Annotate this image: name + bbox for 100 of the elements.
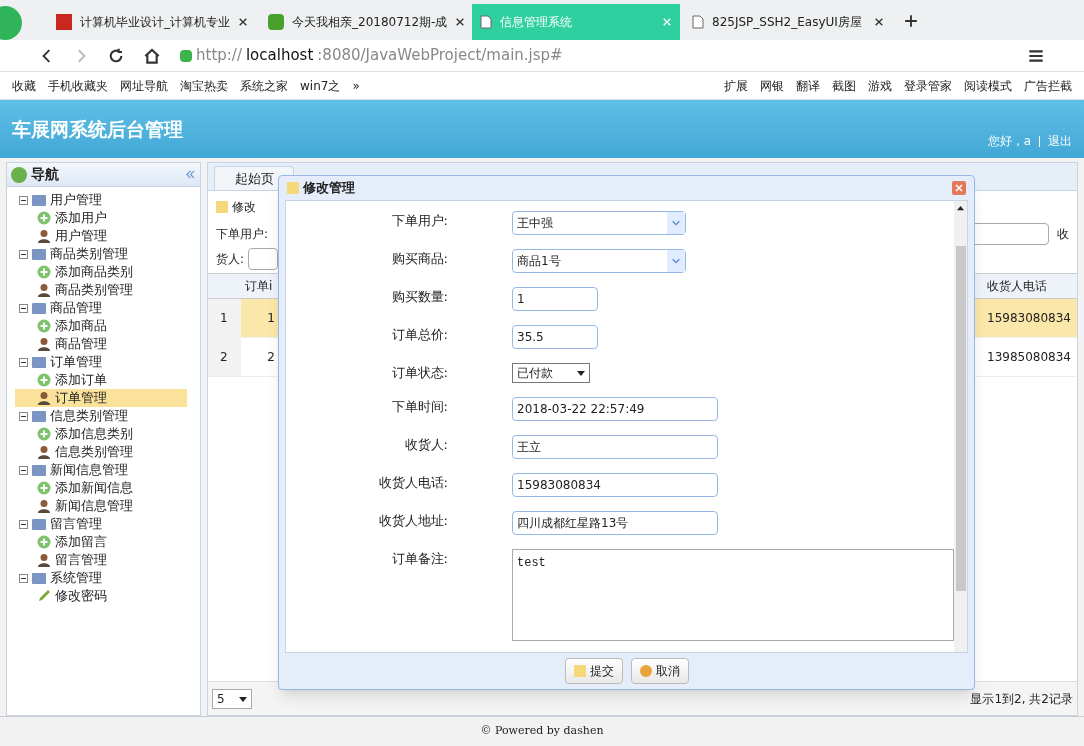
plus-icon: [37, 265, 51, 279]
remark-textarea[interactable]: test: [512, 549, 954, 641]
dropdown-icon: [671, 218, 681, 228]
monitor-icon: [32, 518, 46, 530]
toolbar-button[interactable]: 阅读模式: [964, 76, 1012, 95]
app-title: 车展网系统后台管理: [12, 116, 183, 142]
tree-item[interactable]: 添加商品类别: [15, 263, 187, 281]
plus-icon: [37, 481, 51, 495]
tab-title: 825JSP_SSH2_EasyUI房屋: [712, 14, 863, 31]
tree-item[interactable]: 添加用户: [15, 209, 187, 227]
collapse-icon[interactable]: [19, 465, 28, 475]
tree-item[interactable]: 用户管理: [15, 227, 187, 245]
page-size-select[interactable]: 5: [212, 688, 252, 709]
bookmark-link[interactable]: 淘宝热卖: [180, 76, 228, 95]
collapse-icon[interactable]: [19, 573, 28, 583]
collapse-icon[interactable]: [19, 249, 28, 259]
input-field[interactable]: 35.5: [512, 325, 598, 349]
combo-box[interactable]: 王中强: [512, 211, 686, 235]
home-icon[interactable]: [144, 47, 160, 64]
dropdown-icon: [671, 256, 681, 266]
user-icon: [37, 553, 51, 567]
tree-group[interactable]: 用户管理: [19, 191, 200, 209]
field-label: 订单备注:: [390, 550, 449, 568]
dialog-button[interactable]: 提交: [564, 658, 623, 684]
address-bar[interactable]: http:// localhost :8080/JavaWebProject/main.jsp#: [180, 44, 1008, 67]
user-icon: [37, 229, 51, 243]
table-cell-text: 15983080834: [987, 310, 1072, 327]
toolbar-button[interactable]: 翻译: [796, 76, 820, 95]
toolbar-button[interactable]: 截图: [832, 76, 856, 95]
tree-group[interactable]: 新闻信息管理: [19, 461, 200, 479]
close-icon[interactable]: [455, 17, 466, 27]
input-field[interactable]: 四川成都红星路13号: [512, 511, 718, 535]
bookmark-link[interactable]: 手机收藏夹: [48, 76, 108, 95]
reload-icon[interactable]: [108, 47, 124, 64]
table-cell-text: 2: [266, 349, 276, 366]
user-icon: [37, 499, 51, 513]
tree-item[interactable]: 订单管理: [15, 389, 187, 407]
close-icon[interactable]: [238, 17, 248, 27]
tree-group[interactable]: 商品类别管理: [19, 245, 200, 263]
tree-item[interactable]: 添加留言: [15, 533, 187, 551]
collapse-icon[interactable]: [19, 519, 28, 529]
combo-box[interactable]: 商品1号: [512, 249, 686, 273]
bookmark-link[interactable]: 收藏: [12, 76, 36, 95]
collapse-icon[interactable]: [19, 195, 28, 205]
tree-item[interactable]: 信息类别管理: [15, 443, 187, 461]
more-button[interactable]: »: [352, 76, 360, 95]
site-icon: [268, 14, 284, 30]
bookmark-link[interactable]: 系统之家: [240, 76, 288, 95]
monitor-icon: [32, 194, 46, 206]
bookmark-link[interactable]: win7之: [300, 76, 341, 95]
nav-title: 导航: [31, 165, 59, 184]
row-number: 2: [208, 338, 241, 376]
tree-item[interactable]: 商品管理: [15, 335, 187, 353]
tree-item[interactable]: 商品类别管理: [15, 281, 187, 299]
tree-item[interactable]: 添加新闻信息: [15, 479, 187, 497]
collapse-icon[interactable]: [19, 411, 28, 421]
status-select[interactable]: 已付款: [512, 363, 590, 383]
toolbar-button[interactable]: 广告拦截: [1024, 76, 1072, 95]
tree-item[interactable]: 修改密码: [15, 587, 187, 605]
tree-item[interactable]: 添加商品: [15, 317, 187, 335]
field-label: 订单总价:: [390, 326, 449, 344]
field-label: 收: [1057, 226, 1069, 243]
scroll-thumb[interactable]: [955, 246, 966, 591]
table-cell-text: 1: [266, 310, 276, 327]
input-field[interactable]: 1: [512, 287, 598, 311]
toolbar-button[interactable]: 游戏: [868, 76, 892, 95]
close-icon[interactable]: [874, 17, 884, 27]
new-tab-icon[interactable]: [904, 14, 918, 28]
field-label: 购买数量:: [390, 288, 449, 306]
tab-title: 信息管理系统: [500, 14, 573, 31]
field-label: 收货人地址:: [377, 512, 449, 530]
edit-button[interactable]: 修改: [232, 198, 256, 216]
close-button[interactable]: [952, 181, 966, 195]
tree-item[interactable]: 新闻信息管理: [15, 497, 187, 515]
tree-group[interactable]: 商品管理: [19, 299, 200, 317]
tree-item[interactable]: 添加信息类别: [15, 425, 187, 443]
column-header: 订单i: [244, 278, 274, 295]
bookmark-link[interactable]: 网址导航: [120, 76, 168, 95]
user-icon: [37, 337, 51, 351]
collapse-icon[interactable]: [19, 303, 28, 313]
toolbar-button[interactable]: 扩展: [724, 76, 748, 95]
column-header: 收货人电话: [987, 278, 1048, 295]
tree-group[interactable]: 订单管理: [19, 353, 200, 371]
footer-text: © Powered by dashen: [480, 723, 604, 740]
toolbar-button[interactable]: 网银: [760, 76, 784, 95]
input-field[interactable]: 2018-03-22 22:57:49: [512, 397, 718, 421]
tree-group[interactable]: 信息类别管理: [19, 407, 200, 425]
tree-item[interactable]: 添加订单: [15, 371, 187, 389]
toolbar-button[interactable]: 登录管家: [904, 76, 952, 95]
tree-item[interactable]: 留言管理: [15, 551, 187, 569]
monitor-icon: [32, 410, 46, 422]
collapse-icon[interactable]: [19, 357, 28, 367]
tree-group[interactable]: 系统管理: [19, 569, 200, 587]
plus-icon: [37, 211, 51, 225]
monitor-icon: [32, 248, 46, 260]
dialog-button[interactable]: 取消: [630, 658, 689, 684]
tree-group[interactable]: 留言管理: [19, 515, 200, 533]
menu-icon[interactable]: [1028, 47, 1044, 64]
input-field[interactable]: 王立: [512, 435, 718, 459]
input-field[interactable]: 15983080834: [512, 473, 718, 497]
